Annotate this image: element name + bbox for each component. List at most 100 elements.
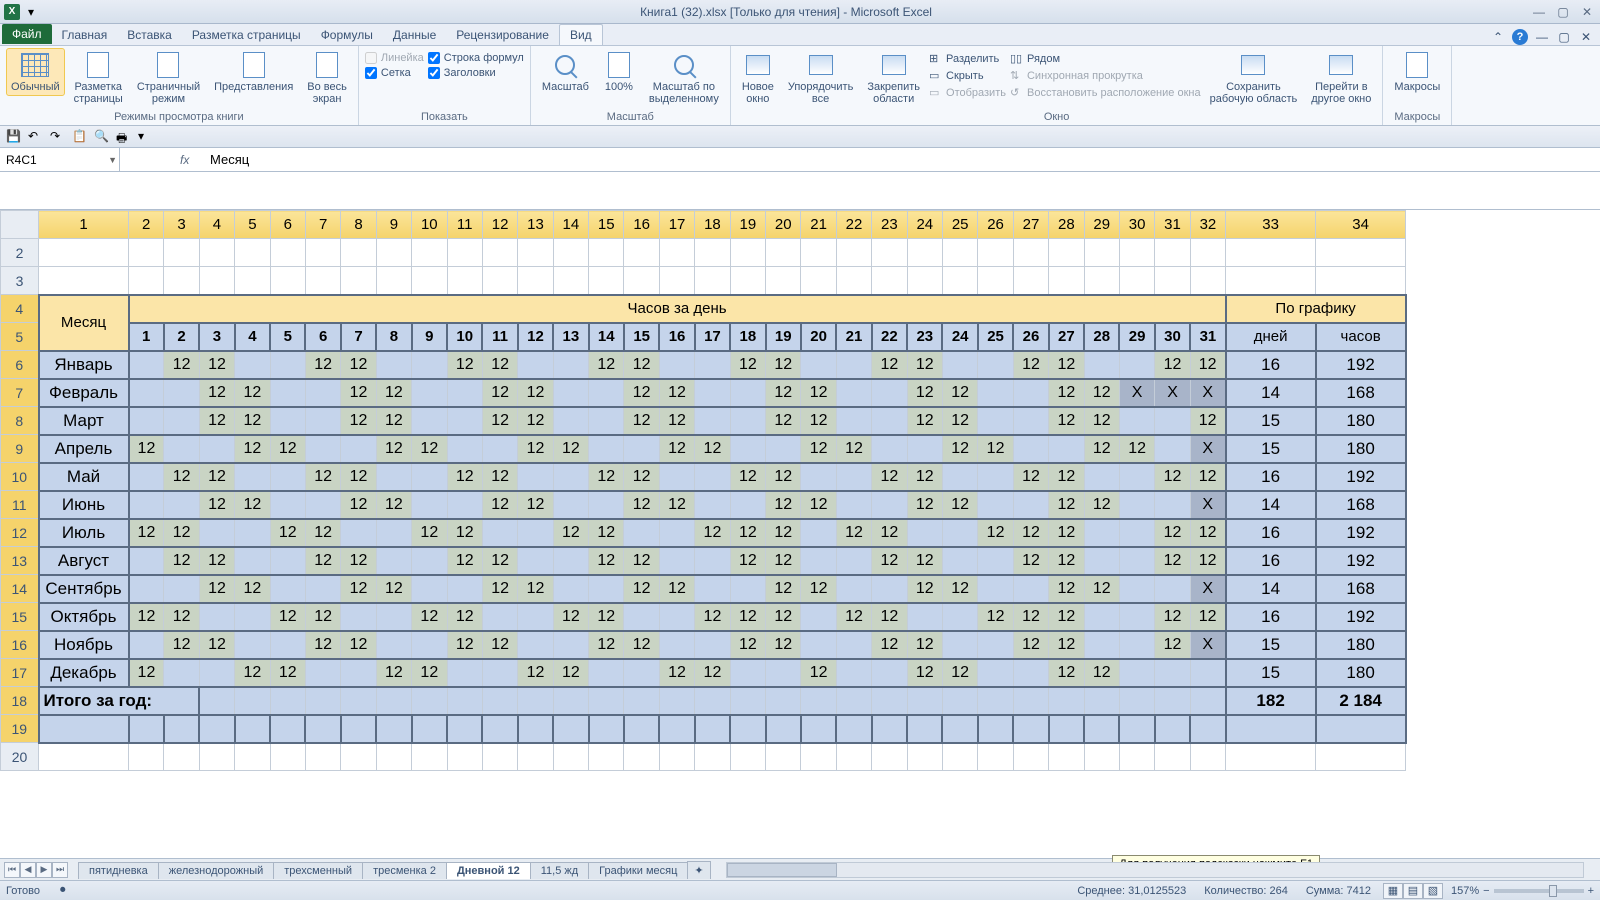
sheet-tab[interactable]: Дневной 12 (446, 862, 531, 879)
cell-month[interactable]: Январь (39, 351, 129, 379)
header-day[interactable]: 21 (836, 323, 871, 351)
cell-day-value[interactable] (659, 603, 694, 631)
cell[interactable] (164, 715, 199, 743)
cell-day-value[interactable]: X (1119, 379, 1154, 407)
save-icon[interactable]: 💾 (6, 129, 22, 145)
cell-day-value[interactable]: 12 (164, 603, 199, 631)
cell-day-value[interactable]: X (1190, 575, 1225, 603)
cell[interactable] (624, 687, 659, 715)
cell-day-value[interactable] (836, 351, 871, 379)
header-day[interactable]: 31 (1190, 323, 1225, 351)
cell-day-value[interactable] (235, 519, 270, 547)
cell-day-value[interactable]: 12 (589, 631, 624, 659)
cell-day-value[interactable]: 12 (872, 547, 907, 575)
cell-day-value[interactable]: 12 (766, 379, 801, 407)
cell[interactable] (836, 267, 871, 295)
cell-day-value[interactable]: 12 (1155, 351, 1190, 379)
cell-day-value[interactable] (129, 379, 164, 407)
sheet-tab[interactable]: пятидневка (78, 862, 159, 879)
cell[interactable] (1084, 267, 1119, 295)
zoom-in-icon[interactable]: + (1588, 885, 1594, 897)
cell[interactable] (730, 687, 765, 715)
cell-day-value[interactable] (907, 435, 942, 463)
header-schedule[interactable]: По графику (1226, 295, 1406, 323)
cell[interactable] (1316, 715, 1406, 743)
cell[interactable] (482, 743, 517, 771)
cell-day-value[interactable] (978, 659, 1013, 687)
cell-day-value[interactable] (199, 519, 234, 547)
cell-day-value[interactable]: 12 (129, 519, 164, 547)
cell-day-value[interactable]: 12 (589, 519, 624, 547)
cell-month[interactable]: Сентябрь (39, 575, 129, 603)
cell[interactable] (766, 239, 801, 267)
cell[interactable] (447, 239, 482, 267)
cell-day-value[interactable]: 12 (270, 659, 305, 687)
cell-day-value[interactable] (978, 351, 1013, 379)
sheet-tab[interactable]: Графики месяц (588, 862, 688, 879)
cell-day-value[interactable]: 12 (518, 407, 553, 435)
header-day[interactable]: 10 (447, 323, 482, 351)
cell-day-value[interactable]: 12 (199, 547, 234, 575)
cell-day-value[interactable] (730, 379, 765, 407)
cell[interactable] (766, 687, 801, 715)
cell-day-value[interactable]: 12 (1049, 407, 1084, 435)
cell[interactable] (942, 687, 977, 715)
cell-days-sum[interactable]: 15 (1226, 435, 1316, 463)
cell-day-value[interactable] (412, 463, 447, 491)
cell-day-value[interactable]: 12 (447, 351, 482, 379)
cell-month[interactable]: Март (39, 407, 129, 435)
cell-day-value[interactable]: 12 (1084, 659, 1119, 687)
save-workspace-button[interactable]: Сохранить рабочую область (1205, 48, 1303, 108)
cell-day-value[interactable]: 12 (341, 407, 376, 435)
cell-day-value[interactable]: 12 (978, 519, 1013, 547)
cell-day-value[interactable] (1084, 519, 1119, 547)
cell[interactable] (589, 743, 624, 771)
header-day[interactable]: 30 (1155, 323, 1190, 351)
header-day[interactable]: 5 (270, 323, 305, 351)
row-header[interactable]: 3 (1, 267, 39, 295)
header-month[interactable]: Месяц (39, 295, 129, 351)
cell[interactable] (341, 267, 376, 295)
cell-days-sum[interactable]: 15 (1226, 631, 1316, 659)
cell-day-value[interactable]: 12 (836, 519, 871, 547)
cell-day-value[interactable] (872, 575, 907, 603)
cell-day-value[interactable] (164, 491, 199, 519)
view-page-break-button[interactable]: Страничный режим (132, 48, 205, 108)
cell-day-value[interactable] (1119, 519, 1154, 547)
cell[interactable] (447, 267, 482, 295)
cell-day-value[interactable]: X (1190, 631, 1225, 659)
col-header[interactable]: 2 (129, 211, 164, 239)
cell[interactable] (39, 715, 129, 743)
cell[interactable] (836, 687, 871, 715)
col-header[interactable]: 10 (412, 211, 447, 239)
cell-day-value[interactable]: 12 (305, 519, 340, 547)
cell-day-value[interactable]: 12 (1049, 379, 1084, 407)
cell-hours-sum[interactable]: 192 (1316, 463, 1406, 491)
cell[interactable] (199, 687, 234, 715)
cell-day-value[interactable] (518, 603, 553, 631)
cell-day-value[interactable] (199, 659, 234, 687)
cell[interactable] (235, 715, 270, 743)
cell[interactable] (305, 743, 340, 771)
cell-day-value[interactable] (836, 379, 871, 407)
sheet-tab[interactable]: трехсменный (273, 862, 363, 879)
cell-day-value[interactable]: 12 (624, 547, 659, 575)
cell[interactable] (412, 267, 447, 295)
cell[interactable] (589, 239, 624, 267)
cell-day-value[interactable]: 12 (376, 379, 411, 407)
cell-day-value[interactable] (305, 575, 340, 603)
header-day[interactable]: 4 (235, 323, 270, 351)
cell-day-value[interactable] (1119, 547, 1154, 575)
cell-day-value[interactable] (1190, 659, 1225, 687)
cell[interactable] (624, 743, 659, 771)
cell[interactable] (1155, 743, 1190, 771)
cell-day-value[interactable]: 12 (518, 659, 553, 687)
cell-day-value[interactable]: 12 (907, 407, 942, 435)
col-header[interactable]: 5 (235, 211, 270, 239)
cell-day-value[interactable]: 12 (801, 659, 836, 687)
row-header[interactable]: 20 (1, 743, 39, 771)
cell-day-value[interactable] (801, 463, 836, 491)
cell-day-value[interactable]: 12 (907, 659, 942, 687)
cell-day-value[interactable] (270, 379, 305, 407)
cell[interactable] (907, 239, 942, 267)
